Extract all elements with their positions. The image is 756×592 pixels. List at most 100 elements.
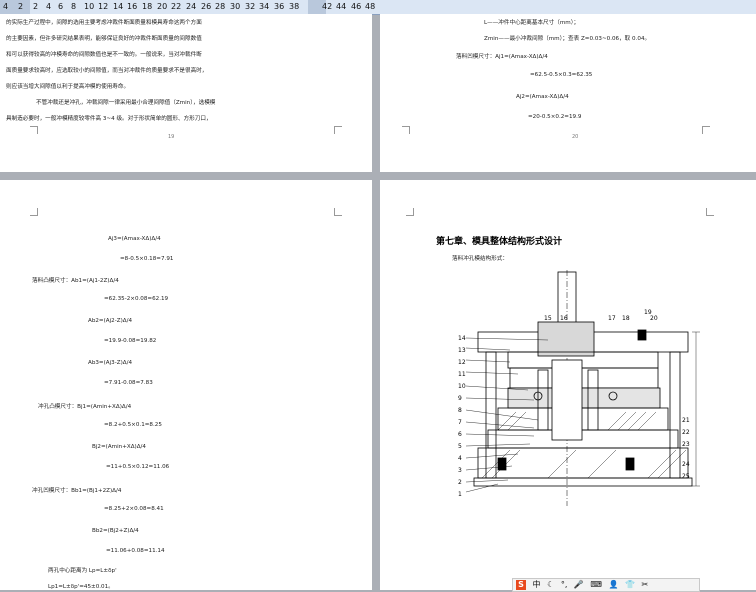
page-22: 第七章、模具整体结构形式设计 落料冲孔模结构形式： 14 13 12 11 10… — [380, 180, 756, 590]
guide-post-right — [669, 351, 681, 479]
ruler-tick-label: 2 — [33, 2, 39, 11]
formula-line: 冲孔凹模尺寸：Bb1=(Bj1+2Z)Δ/4 — [32, 488, 122, 494]
formula-line: 落料凸模尺寸：Ab1=(Aj1-2Z)Δ/4 — [32, 278, 119, 284]
die-assembly-drawing[interactable]: 1413121110987654321 15 16 17 181920 2122232… — [438, 270, 700, 508]
ruler-tick-label: 8 — [71, 2, 77, 11]
part-number-label: 18 — [622, 315, 630, 322]
margin-corner-mark — [30, 208, 38, 216]
section-subheading: 落料冲孔模结构形式： — [452, 256, 508, 262]
formula-line: Bj2=(Amin+XΔ)Δ/4 — [92, 444, 146, 450]
margin-corner-mark — [702, 126, 710, 134]
part-number-label: 13 — [458, 347, 466, 354]
page-number: 20 — [572, 134, 579, 140]
part-number-label: 10 — [458, 383, 466, 390]
page-number: 19 — [168, 134, 175, 140]
ruler-tick-label: 18 — [142, 2, 153, 11]
moon-icon[interactable]: ☾ — [547, 580, 554, 589]
shirt-icon[interactable]: 👕 — [625, 580, 635, 589]
page-text-line: L——冲件中心距离基本尺寸（mm）； — [484, 20, 580, 26]
page-text-line: 具制造必要时，一般冲模精度较零件高 3~4 级。对于形状简单的圆形、方形刀口， — [6, 116, 212, 122]
page-text-line: Zmin——最小冲裁间隙（mm）；查表 Z=0.03~0.06，取 0.04。 — [484, 36, 651, 42]
part-number-label: 9 — [458, 395, 462, 402]
keyboard-icon[interactable]: ⌨ — [590, 580, 602, 589]
page-text-line: 则应该当增大间隙值以利于提高冲模的使用寿命。 — [6, 84, 130, 90]
base-plate — [473, 477, 693, 487]
formula-line: =11+0.5×0.12=11.06 — [106, 464, 170, 470]
ruler-tick-label: 4 — [46, 2, 52, 11]
margin-corner-mark — [406, 208, 414, 216]
ruler-tick-label: 38 — [289, 2, 300, 11]
formula-line: 冲孔凸模尺寸：Bj1=(Amin+XΔ)Δ/4 — [38, 404, 132, 410]
part-number-label: 12 — [458, 359, 466, 366]
screw-head — [637, 329, 647, 341]
part-number-label: 17 — [608, 315, 616, 322]
formula-line: Aj3=(Amax-XΔ)Δ/4 — [108, 236, 161, 242]
formula-line: 两孔中心距离为 Lp=L±δp' — [48, 568, 117, 574]
punctuation-icon[interactable]: °, — [561, 580, 568, 589]
margin-corner-mark — [706, 208, 714, 216]
part-number-label: 25 — [682, 473, 690, 480]
page-text-line: 不管冲裁还是冲孔，冲裁间隙一律采用最小合理间隙值（Zmin），选模模 — [36, 100, 216, 106]
part-number-label: 21 — [682, 417, 690, 424]
part-number-label: 6 — [458, 431, 462, 438]
stripper-plate — [509, 367, 659, 389]
formula-line: =8.2+0.5×0.1=8.25 — [104, 422, 162, 428]
ruler-tick-label: 24 — [186, 2, 197, 11]
part-number-label: 8 — [458, 407, 462, 414]
part-number-label: 20 — [650, 315, 658, 322]
tools-icon[interactable]: ✂ — [642, 580, 649, 589]
ruler-tick-label: 30 — [230, 2, 241, 11]
part-number-label: 23 — [682, 441, 690, 448]
page-text-line: 和可以获得较高的冲模寿命的间隙数值也是不一致的。一般说来，当对冲裁件断 — [6, 52, 202, 58]
ruler-tick-label: 48 — [365, 2, 376, 11]
ruler-tick-label: 46 — [351, 2, 362, 11]
user-icon[interactable]: 👤 — [609, 580, 619, 589]
formula-line: Ab3=(Aj3-Z)Δ/4 — [88, 360, 133, 366]
ruler-tick-label: 36 — [274, 2, 285, 11]
ruler-tick-label: 12 — [98, 2, 109, 11]
ruler-tick-label: 22 — [171, 2, 182, 11]
ruler-tick-label: 4 — [3, 2, 9, 11]
ruler-tick-label: 2 — [18, 2, 24, 11]
horizontal-ruler[interactable]: 4 2 2 4 6 8 10 12 14 16 18 20 22 24 26 28 30 32 34 36 38 42 44… — [0, 0, 756, 15]
page-text-line: =20-0.5×0.2=19.9 — [528, 114, 582, 120]
margin-corner-mark — [402, 126, 410, 134]
lower-die-plate — [497, 407, 669, 431]
part-number-label: 24 — [682, 461, 690, 468]
language-toggle-button[interactable]: 中 — [533, 580, 541, 589]
page-19: 的实际生产过程中，间隙的选用主要考虑冲裁件断面质量和模具寿命这两个方面 的主要因… — [0, 14, 372, 172]
page-20: L——冲件中心距离基本尺寸（mm）； Zmin——最小冲裁间隙（mm）；查表 Z… — [380, 14, 756, 172]
part-number-label: 4 — [458, 455, 462, 462]
formula-line: =7.91-0.08=7.83 — [104, 380, 153, 386]
part-number-label: 5 — [458, 443, 462, 450]
die-block — [507, 387, 661, 409]
formula-line: =62.35-2×0.08=62.19 — [104, 296, 169, 302]
ruler-tick-label: 26 — [201, 2, 212, 11]
formula-line: Ab2=(Aj2-Z)Δ/4 — [88, 318, 133, 324]
formula-line: =11.06+0.08=11.14 — [106, 548, 165, 554]
ruler-tick-label: 28 — [215, 2, 226, 11]
formula-line: Bb2=(Bj2+Z)Δ/4 — [92, 528, 139, 534]
part-number-label: 3 — [458, 467, 462, 474]
chapter-heading: 第七章、模具整体结构形式设计 — [436, 237, 563, 247]
formula-line: =8.25+2×0.08=8.41 — [104, 506, 164, 512]
part-number-label: 1 — [458, 491, 462, 498]
formula-line: =8-0.5×0.18=7.91 — [120, 256, 174, 262]
formula-line: Lp1=L±δp'=45±0.01。 — [48, 584, 114, 590]
lower-bolster — [477, 447, 689, 479]
part-number-label: 7 — [458, 419, 462, 426]
part-number-label: 11 — [458, 371, 466, 378]
part-number-label: 16 — [560, 315, 568, 322]
microphone-icon[interactable]: 🎤 — [574, 580, 584, 589]
page-text-line: 面质量要求较高时，应选取较小的间隙值，而当对冲裁件的质量要求不是很高时， — [6, 68, 208, 74]
spacer-plate — [487, 429, 679, 449]
formula-line: =19.9-0.08=19.82 — [104, 338, 157, 344]
part-number-label: 14 — [458, 335, 466, 342]
part-number-label: 2 — [458, 479, 462, 486]
ruler-tick-label: 44 — [336, 2, 347, 11]
ruler-tick-label: 42 — [322, 2, 333, 11]
ruler-tick-label: 20 — [157, 2, 168, 11]
ruler-tick-label: 6 — [58, 2, 64, 11]
page-21: Aj3=(Amax-XΔ)Δ/4 =8-0.5×0.18=7.91 落料凸模尺寸… — [0, 180, 372, 590]
sogou-logo-icon[interactable]: S — [516, 579, 526, 590]
